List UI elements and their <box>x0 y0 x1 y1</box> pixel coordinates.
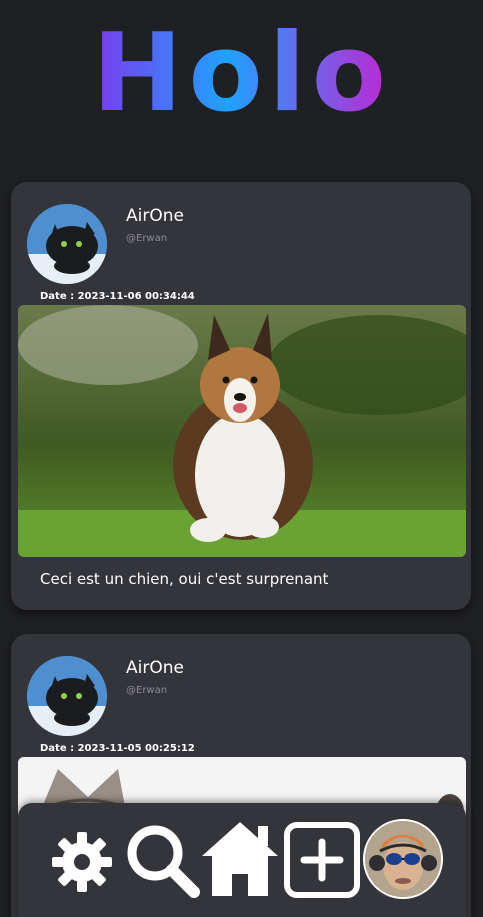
logo-text: Holo <box>92 11 392 136</box>
gear-icon <box>52 832 112 892</box>
nav-profile-avatar[interactable] <box>363 819 443 899</box>
holo-logo: Holo <box>92 11 392 136</box>
plus-square-icon <box>284 822 360 898</box>
post-handle: @Erwan <box>126 685 168 696</box>
nav-add-post-button[interactable] <box>284 822 360 898</box>
post-card: AirOne @Erwan Date : 2023-11-06 00:34:44 <box>11 182 471 610</box>
black-dragon-avatar-image <box>27 656 107 736</box>
home-icon <box>202 822 278 896</box>
bottom-nav <box>18 803 466 917</box>
post-date: Date : 2023-11-06 00:34:44 <box>40 291 195 302</box>
post-username[interactable]: AirOne <box>126 658 184 678</box>
post-handle: @Erwan <box>126 233 168 244</box>
nav-home-button[interactable] <box>200 818 280 898</box>
black-dragon-avatar-image <box>27 204 107 284</box>
post-image[interactable] <box>18 305 466 557</box>
post-avatar[interactable] <box>27 656 107 736</box>
post-avatar[interactable] <box>27 204 107 284</box>
post-caption: Ceci est un chien, oui c'est surprenant <box>40 570 329 588</box>
profile-photo <box>365 821 441 897</box>
nav-search-button[interactable] <box>122 820 202 900</box>
app-logo: Holo <box>0 0 483 150</box>
app-root: Holo AirOne @Erwan Date : 2023-11-06 00:… <box>0 0 483 917</box>
post-date: Date : 2023-11-05 00:25:12 <box>40 743 195 754</box>
search-icon <box>127 825 200 898</box>
post-username[interactable]: AirOne <box>126 206 184 226</box>
dog-photo <box>18 305 466 557</box>
nav-settings-button[interactable] <box>50 830 114 894</box>
